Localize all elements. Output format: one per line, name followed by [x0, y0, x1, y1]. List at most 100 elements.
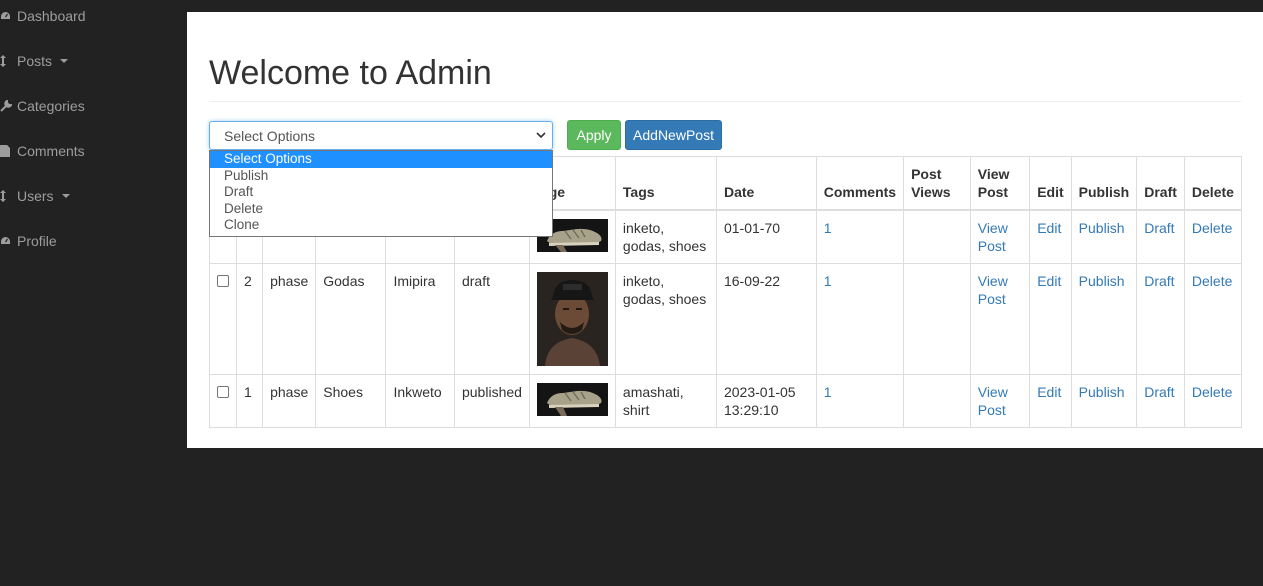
checkbox-cell: [209, 374, 237, 428]
dashboard-icon: [0, 11, 17, 21]
tags-cell: inketo, godas, shoes: [614, 263, 717, 375]
date-cell: 01-01-70: [715, 209, 817, 264]
delete-cell: Delete: [1183, 374, 1243, 428]
sidebar-item-profile[interactable]: Profile: [0, 229, 57, 253]
option-clone[interactable]: Clone: [210, 217, 552, 234]
publish-cell: Publish: [1070, 209, 1138, 264]
caret-down-icon: [60, 59, 69, 63]
comments-count-link[interactable]: 1: [824, 220, 832, 236]
view-post-link[interactable]: View Post: [978, 220, 1008, 254]
file-icon: [0, 145, 17, 157]
sidebar-item-label: Comments: [17, 143, 85, 159]
option-select-options[interactable]: Select Options: [210, 151, 552, 168]
column-header-date: Date: [715, 156, 817, 211]
option-draft[interactable]: Draft: [210, 184, 552, 201]
option-delete[interactable]: Delete: [210, 201, 552, 218]
column-header-publish: Publish: [1070, 156, 1138, 211]
tags-cell: amashati, shirt: [614, 374, 717, 428]
column-header-comments: Comments: [815, 156, 905, 211]
delete-cell: Delete: [1183, 263, 1243, 375]
sidebar-item-categories[interactable]: Categories: [0, 94, 85, 118]
views-cell: [903, 263, 971, 375]
publish-link[interactable]: Publish: [1079, 273, 1125, 289]
category-cell: Inkweto: [385, 374, 455, 428]
edit-cell: Edit: [1029, 209, 1072, 264]
id-cell: 2: [235, 263, 264, 375]
delete-link[interactable]: Delete: [1192, 273, 1232, 289]
comments-count-link[interactable]: 1: [824, 273, 832, 289]
draft-cell: Draft: [1136, 209, 1185, 264]
bulk-options-dropdown: Select Options Publish Draft Delete Clon…: [209, 150, 553, 237]
dashboard-icon: [0, 236, 17, 246]
date-cell: 16-09-22: [715, 263, 817, 375]
draft-cell: Draft: [1136, 263, 1185, 375]
delete-link[interactable]: Delete: [1192, 220, 1232, 236]
bulk-options-select[interactable]: Select Options: [209, 121, 553, 150]
column-header-edit: Edit: [1029, 156, 1072, 211]
date-cell: 2023-01-05 13:29:10: [715, 374, 817, 428]
column-header-draft: Draft: [1136, 156, 1185, 211]
delete-link[interactable]: Delete: [1192, 384, 1232, 400]
sidebar-item-label: Dashboard: [17, 8, 86, 24]
view-post-link[interactable]: View Post: [978, 384, 1008, 418]
id-cell: 1: [235, 374, 264, 428]
checkbox-cell: [209, 263, 237, 375]
sidebar-item-users[interactable]: Users: [0, 184, 70, 208]
view-post-cell: View Post: [969, 263, 1031, 375]
draft-link[interactable]: Draft: [1144, 273, 1174, 289]
author-cell: phase: [262, 263, 317, 375]
edit-link[interactable]: Edit: [1037, 273, 1061, 289]
add-new-post-button[interactable]: AddNewPost: [625, 120, 722, 150]
draft-link[interactable]: Draft: [1144, 220, 1174, 236]
row-checkbox[interactable]: [217, 386, 229, 398]
view-post-cell: View Post: [969, 374, 1031, 428]
edit-link[interactable]: Edit: [1037, 220, 1061, 236]
draft-link[interactable]: Draft: [1144, 384, 1174, 400]
title-cell: Godas: [315, 263, 387, 375]
sidebar-item-label: Users: [17, 188, 54, 204]
view-post-cell: View Post: [969, 209, 1031, 264]
caret-down-icon: [61, 194, 70, 198]
sidebar-item-label: Categories: [17, 98, 85, 114]
title-cell: Shoes: [315, 374, 387, 428]
column-header-delete: Delete: [1183, 156, 1243, 211]
views-cell: [903, 209, 971, 264]
author-cell: phase: [262, 374, 317, 428]
portrait-image: [536, 272, 608, 366]
sidebar-item-posts[interactable]: Posts: [0, 49, 69, 73]
table-row: 2 phase Godas Imipira draft inketo, goda…: [209, 263, 1243, 375]
sidebar-item-label: Profile: [17, 233, 57, 249]
column-header-view-post: View Post: [969, 156, 1031, 211]
option-publish[interactable]: Publish: [210, 168, 552, 185]
delete-cell: Delete: [1183, 209, 1243, 264]
publish-cell: Publish: [1070, 374, 1138, 428]
row-checkbox[interactable]: [217, 275, 229, 287]
divider: [209, 101, 1241, 102]
publish-cell: Publish: [1070, 263, 1138, 375]
bulk-options-value: Select Options: [224, 127, 316, 144]
edit-cell: Edit: [1029, 263, 1072, 375]
page-title: Welcome to Admin: [209, 54, 492, 92]
draft-cell: Draft: [1136, 374, 1185, 428]
comments-cell: 1: [815, 263, 905, 375]
view-post-link[interactable]: View Post: [978, 273, 1008, 307]
apply-button[interactable]: Apply: [567, 120, 621, 150]
edit-cell: Edit: [1029, 374, 1072, 428]
comments-count-link[interactable]: 1: [824, 384, 832, 400]
edit-link[interactable]: Edit: [1037, 384, 1061, 400]
sidebar-item-dashboard[interactable]: Dashboard: [0, 4, 86, 28]
sidebar-item-comments[interactable]: Comments: [0, 139, 85, 163]
comments-cell: 1: [815, 209, 905, 264]
status-cell: draft: [453, 263, 530, 375]
arrows-vertical-icon: [0, 190, 17, 202]
publish-link[interactable]: Publish: [1079, 384, 1125, 400]
sneaker-image: [536, 383, 608, 416]
status-cell: published: [453, 374, 530, 428]
wrench-icon: [0, 100, 17, 112]
image-cell: [528, 374, 616, 428]
comments-cell: 1: [815, 374, 905, 428]
publish-link[interactable]: Publish: [1079, 220, 1125, 236]
tags-cell: inketo, godas, shoes: [614, 209, 717, 264]
arrows-vertical-icon: [0, 55, 17, 67]
column-header-post-views: Post Views: [903, 156, 971, 211]
